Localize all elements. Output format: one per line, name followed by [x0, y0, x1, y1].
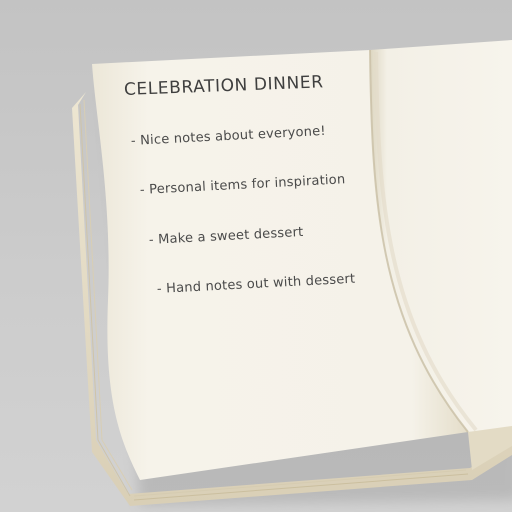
photo-scene: CELEBRATION DINNER - Nice notes about ev…	[0, 0, 512, 512]
